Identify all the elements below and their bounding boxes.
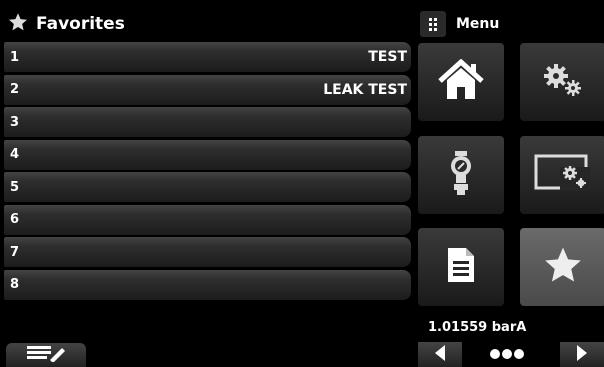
favorite-item-3[interactable]: 3 — [4, 107, 411, 137]
pressure-readout: 1.01559 barA — [428, 320, 527, 335]
favorite-item-1[interactable]: 1 TEST — [4, 42, 411, 72]
display-settings-tile[interactable] — [520, 136, 604, 214]
previous-page-button[interactable] — [418, 342, 462, 367]
next-page-button[interactable] — [560, 342, 604, 367]
page-title: Favorites — [36, 14, 125, 34]
favorite-number: 7 — [10, 244, 20, 260]
grid-icon — [420, 11, 446, 37]
favorite-number: 3 — [10, 114, 20, 130]
page-dots — [490, 344, 524, 364]
favorite-item-8[interactable]: 8 — [4, 269, 411, 300]
edit-list-button[interactable] — [6, 343, 86, 367]
settings-tile[interactable] — [520, 43, 604, 121]
page-header: Favorites — [8, 10, 125, 38]
favorite-number: 5 — [10, 179, 20, 195]
document-icon — [446, 246, 476, 288]
favorite-item-4[interactable]: 4 — [4, 139, 411, 170]
favorite-number: 2 — [10, 82, 20, 97]
document-tile[interactable] — [418, 228, 504, 306]
sensor-icon — [446, 151, 476, 199]
favorites-list: 1 TEST 2 LEAK TEST 3 4 5 6 7 8 — [4, 42, 411, 302]
display-settings-icon — [534, 153, 592, 197]
menu-label: Menu — [456, 16, 500, 32]
star-icon — [8, 12, 28, 36]
favorite-item-2[interactable]: 2 LEAK TEST — [4, 74, 411, 105]
favorite-number: 4 — [10, 147, 20, 162]
favorites-tile[interactable] — [520, 228, 604, 306]
edit-list-icon — [24, 344, 68, 366]
arrow-left-icon — [433, 344, 447, 366]
page-dot — [490, 349, 500, 359]
page-dot — [514, 349, 524, 359]
favorite-item-6[interactable]: 6 — [4, 204, 411, 235]
page-dot — [502, 349, 512, 359]
arrow-right-icon — [575, 344, 589, 366]
menu-button[interactable]: Menu — [420, 10, 499, 38]
star-icon — [543, 246, 583, 288]
favorite-label: TEST — [368, 49, 407, 65]
favorite-item-5[interactable]: 5 — [4, 172, 411, 202]
favorite-item-7[interactable]: 7 — [4, 237, 411, 267]
home-icon — [438, 58, 484, 105]
favorite-number: 8 — [10, 277, 20, 292]
favorite-number: 1 — [10, 49, 20, 65]
sensor-tile[interactable] — [418, 136, 504, 214]
gears-icon — [541, 62, 585, 102]
home-tile[interactable] — [418, 43, 504, 121]
favorite-number: 6 — [10, 212, 20, 227]
favorite-label: LEAK TEST — [323, 81, 407, 98]
